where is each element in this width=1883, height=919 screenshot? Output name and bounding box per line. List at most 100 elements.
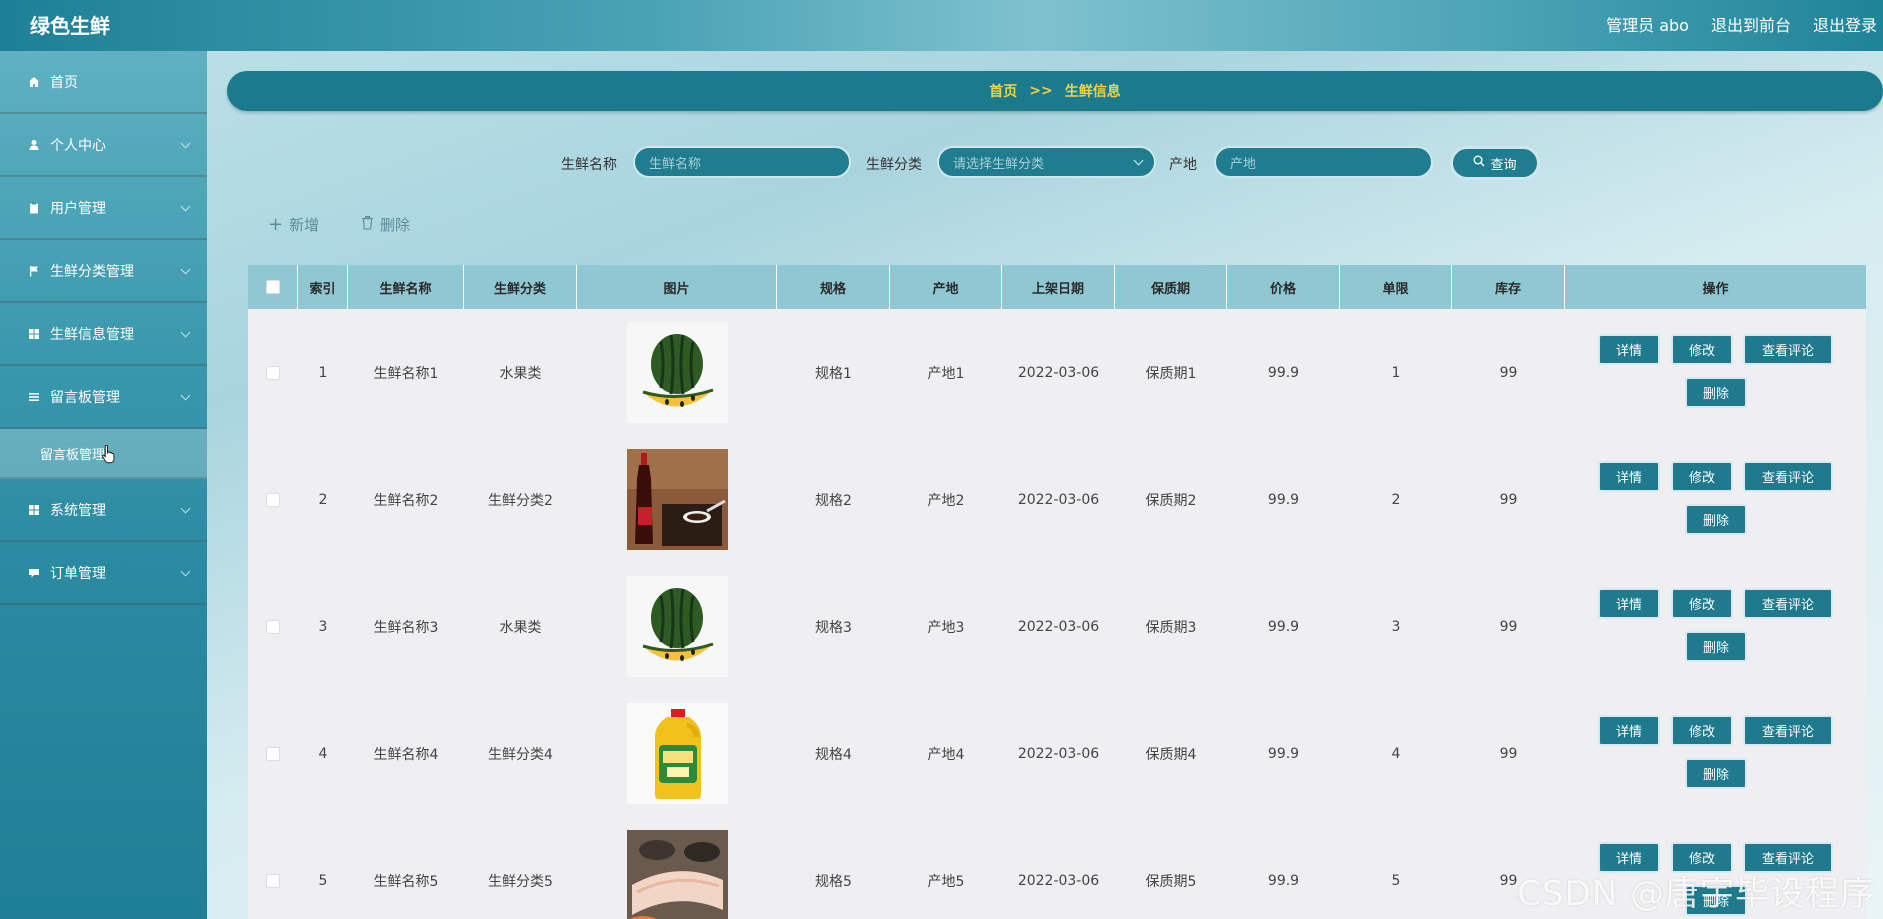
query-button-label: 查询 [1490,157,1517,173]
sidebar-item-label: 生鲜分类管理 [50,263,134,280]
index-cell: 4 [318,745,328,762]
name-cell: 生鲜名称1 [373,365,439,382]
search-icon [1473,155,1485,171]
price-cell: 99.9 [1267,745,1300,762]
watermelon-image [626,576,728,677]
column-header: 生鲜分类 [464,265,577,309]
view-comments-button[interactable]: 查看评论 [1743,461,1833,492]
view-comments-button[interactable]: 查看评论 [1743,334,1833,365]
column-header: 索引 [298,265,348,309]
row-select-cell [248,563,298,690]
sidebar-subitem-label: 留言板管理 [40,447,106,463]
column-header: 生鲜名称 [348,265,464,309]
table-row: 1 生鲜名称1 水果类 规格1 产地1 2022-03-06 保质期1 99.9 [248,309,1866,436]
spec-cell: 规格1 [815,365,852,382]
limit-cell: 5 [1391,872,1401,889]
sidebar-item-orders[interactable]: 订单管理 [0,542,207,605]
column-header: 图片 [577,265,777,309]
view-comments-button[interactable]: 查看评论 [1743,588,1833,619]
limit-cell: 1 [1391,364,1401,381]
delete-button[interactable]: 删除 [1685,377,1747,408]
view-comments-button[interactable]: 查看评论 [1743,715,1833,746]
breadcrumb: 首页 >> 生鲜信息 [227,71,1883,111]
sidebar-subitem-messages[interactable]: 留言板管理 [0,429,207,479]
column-header: 库存 [1452,265,1565,309]
delete-button[interactable]: 删除 [1685,504,1747,535]
detail-button[interactable]: 详情 [1598,588,1660,619]
edit-button[interactable]: 修改 [1671,334,1733,365]
chevron-down-icon [180,201,191,212]
column-header: 单限 [1340,265,1452,309]
breadcrumb-current: 生鲜信息 [1064,84,1121,100]
sidebar-item-messages[interactable]: 留言板管理 [0,366,207,429]
row-select-cell [248,690,298,817]
query-button[interactable]: 查询 [1450,146,1540,180]
spec-cell: 规格4 [815,746,852,763]
chat-icon [27,566,41,580]
name-label: 生鲜名称 [561,157,617,173]
origin-cell: 产地5 [927,873,965,890]
detail-button[interactable]: 详情 [1598,334,1660,365]
column-header: 保质期 [1115,265,1227,309]
edit-button[interactable]: 修改 [1671,461,1733,492]
limit-cell: 4 [1391,745,1401,762]
breadcrumb-home[interactable]: 首页 [989,81,1017,101]
date-cell: 2022-03-06 [1017,745,1100,762]
row-checkbox[interactable] [266,365,280,380]
date-cell: 2022-03-06 [1017,618,1100,635]
shelf-life-cell: 保质期2 [1145,492,1197,509]
category-cell: 生鲜分类2 [488,492,553,509]
name-cell: 生鲜名称2 [373,492,439,509]
column-header: 规格 [777,265,890,309]
origin-cell: 产地1 [927,365,965,382]
date-cell: 2022-03-06 [1017,491,1100,508]
row-checkbox[interactable] [266,746,280,761]
spec-cell: 规格2 [815,492,852,509]
limit-cell: 3 [1391,618,1401,635]
category-cell: 水果类 [499,365,542,382]
origin-cell: 产地4 [927,746,965,763]
index-cell: 5 [318,872,328,889]
origin-search-input[interactable]: 产地 [1214,146,1433,178]
detail-button[interactable]: 详情 [1598,715,1660,746]
row-checkbox[interactable] [266,492,280,507]
flag-icon [27,264,41,278]
sidebar-item-category[interactable]: 生鲜分类管理 [0,240,207,303]
sidebar-item-product[interactable]: 生鲜信息管理 [0,303,207,366]
price-cell: 99.9 [1267,618,1300,635]
row-checkbox[interactable] [266,619,280,634]
sidebar-item-label: 用户管理 [50,200,106,217]
column-header: 产地 [890,265,1002,309]
image-cell [577,690,777,817]
row-checkbox[interactable] [266,873,280,888]
name-cell: 生鲜名称4 [373,746,439,763]
origin-cell: 产地3 [927,619,965,636]
detail-button[interactable]: 详情 [1598,461,1660,492]
chevron-down-icon [1133,155,1144,166]
chevron-down-icon [180,390,191,401]
category-select[interactable]: 请选择生鲜分类 [937,146,1156,178]
table-row: 4 生鲜名称4 生鲜分类4 规格4 产地4 2022-03-06 保质期4 99… [248,690,1866,817]
to-front-link[interactable]: 退出到前台 [1711,12,1791,36]
grid-icon [27,503,41,517]
watermelon-image [626,322,728,423]
add-button[interactable]: + 新增 [268,214,319,235]
shelf-life-cell: 保质期1 [1145,365,1197,382]
shelf-life-cell: 保质期3 [1145,619,1197,636]
sidebar-item-home[interactable]: 首页 [0,51,207,114]
edit-button[interactable]: 修改 [1671,588,1733,619]
index-cell: 3 [318,618,328,635]
edit-button[interactable]: 修改 [1671,715,1733,746]
home-icon [27,75,41,89]
batch-delete-button[interactable]: 删除 [361,214,410,235]
product-table: 索引 生鲜名称 生鲜分类 图片 规格 产地 上架日期 保质期 价格 单限 库存 … [248,265,1866,919]
sidebar-item-system[interactable]: 系统管理 [0,479,207,542]
chevron-down-icon [180,264,191,275]
select-all-checkbox[interactable] [265,280,280,294]
sidebar-item-label: 订单管理 [50,565,106,582]
delete-button[interactable]: 删除 [1685,758,1747,789]
delete-button[interactable]: 删除 [1685,631,1747,662]
logout-link[interactable]: 退出登录 [1813,12,1877,36]
name-search-input[interactable]: 生鲜名称 [633,146,851,178]
sidebar-item-users[interactable]: 用户管理 [0,177,207,240]
